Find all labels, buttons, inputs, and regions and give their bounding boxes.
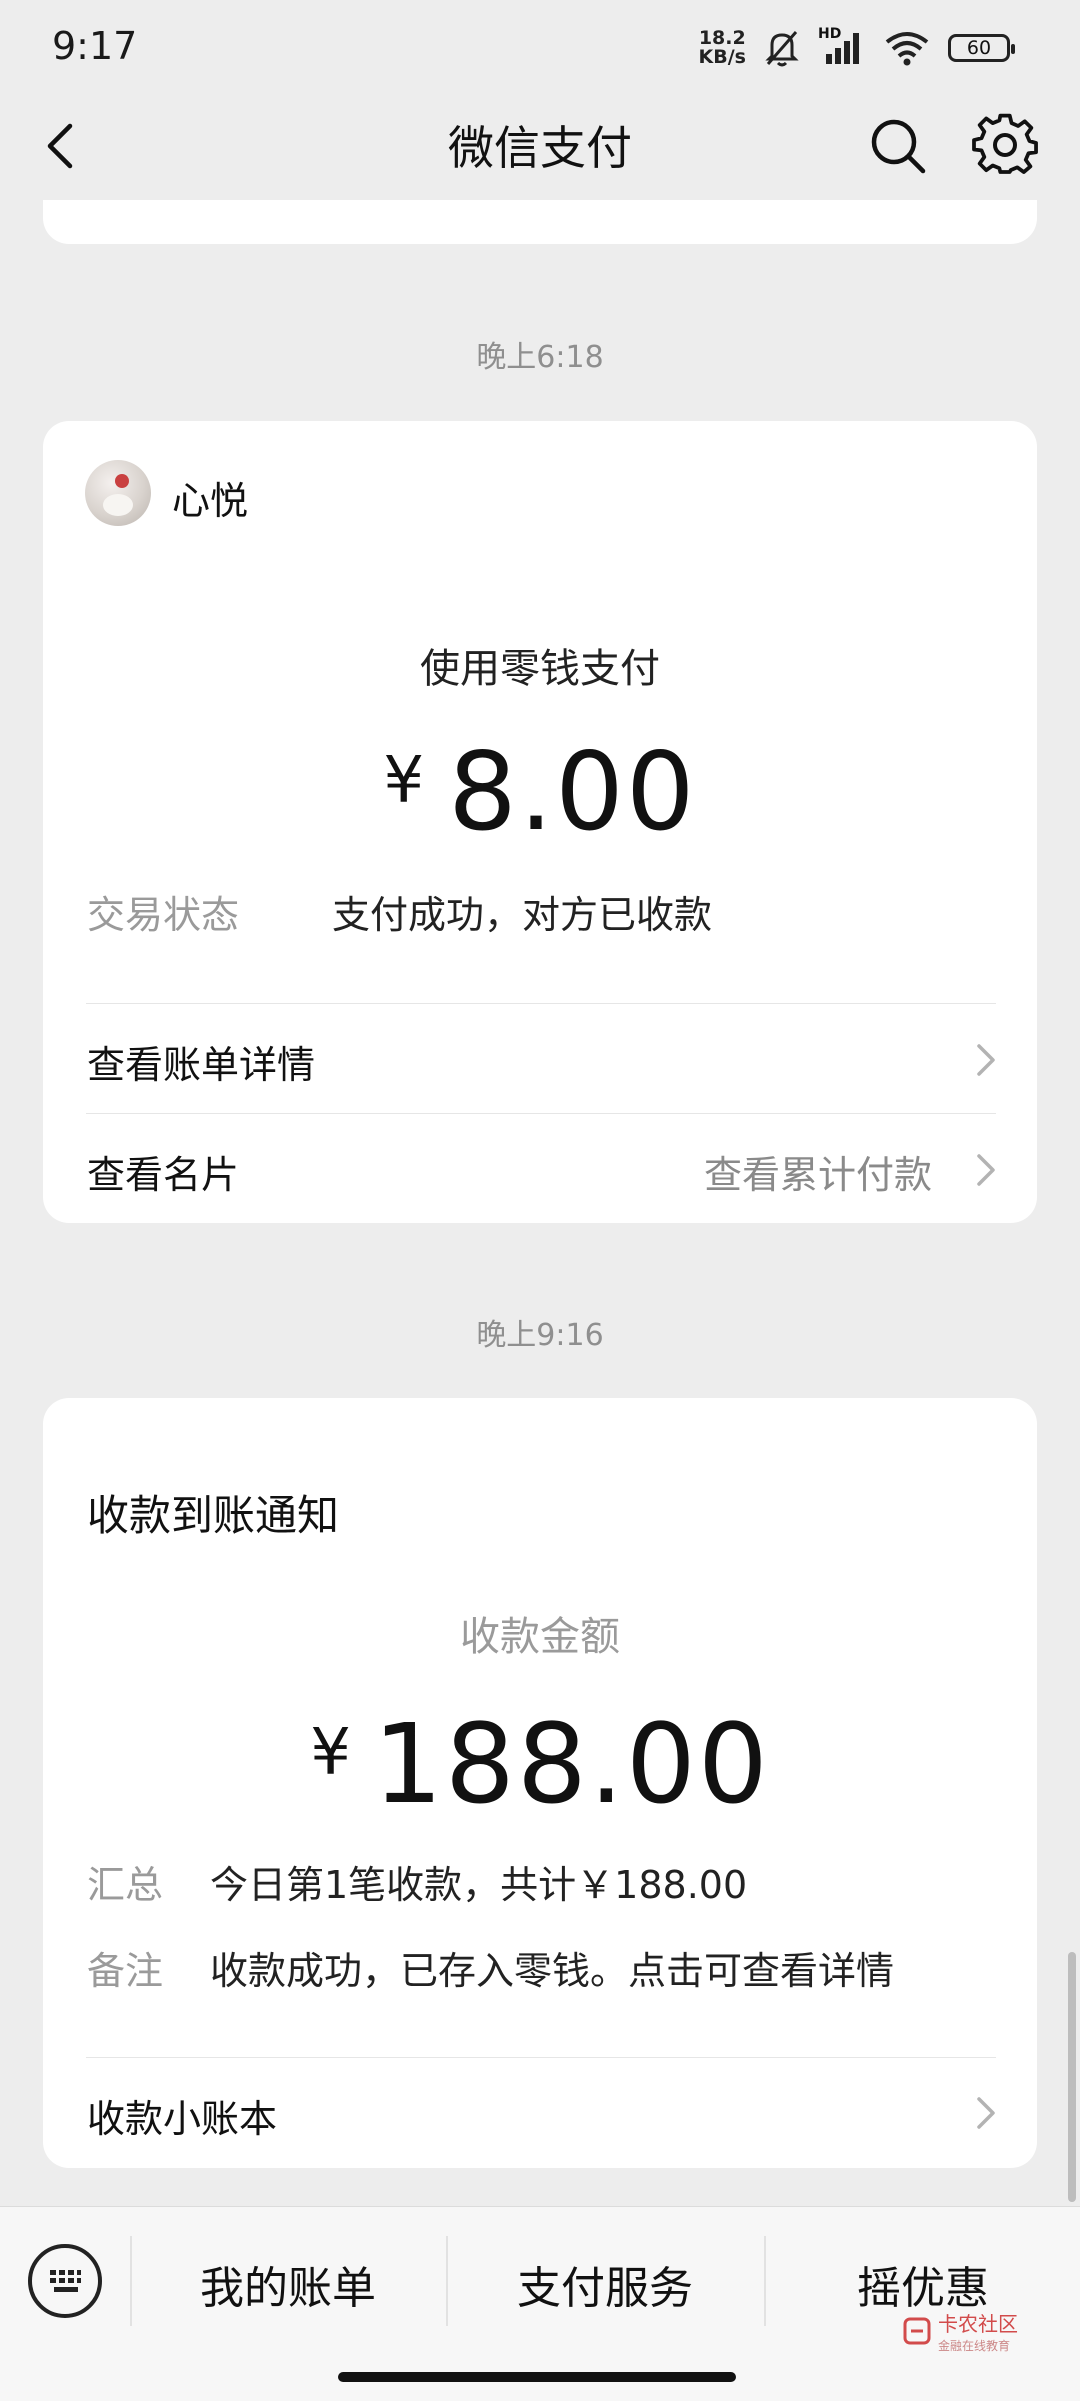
scrollbar[interactable] — [1068, 1952, 1076, 2202]
watermark-name: 卡农社区 — [938, 2312, 1018, 2336]
amount-label: 收款金额 — [460, 1614, 620, 1660]
received-amount: ¥188.00 — [43, 1700, 1037, 1828]
tab-my-bills[interactable]: 我的账单 — [132, 2252, 444, 2316]
notice-title: 收款到账通知 — [87, 1491, 340, 1540]
status-label: 交易状态 — [87, 893, 240, 937]
amount-value: 188.00 — [372, 1700, 770, 1828]
battery-icon: 60 — [948, 34, 1015, 62]
divider — [86, 1003, 996, 1004]
keyboard-toggle-button[interactable] — [28, 2244, 102, 2318]
status-time: 9:17 — [52, 24, 138, 68]
currency-symbol: ¥ — [383, 744, 427, 818]
chevron-right-icon — [977, 1044, 995, 1076]
cell-signal-icon: HD — [818, 26, 866, 66]
summary-label: 汇总 — [87, 1863, 164, 1907]
view-bill-link[interactable]: 查看账单详情 — [87, 1034, 315, 1089]
chevron-right-icon — [977, 2097, 995, 2129]
watermark-logo-icon — [903, 2317, 931, 2345]
avatar — [85, 460, 151, 526]
payment-amount: ¥8.00 — [43, 730, 1037, 855]
receipt-ledger-link[interactable]: 收款小账本 — [87, 2088, 277, 2143]
divider — [86, 1113, 996, 1114]
watermark-sub: 金融在线教育 — [938, 2339, 1011, 2353]
keyboard-icon — [50, 2270, 81, 2292]
view-card-link[interactable]: 查看名片 — [87, 1144, 239, 1199]
watermark: 卡农社区 金融在线教育 — [902, 2308, 1018, 2354]
view-total-payments-link[interactable]: 查看累计付款 — [704, 1144, 932, 1199]
previous-message-card — [43, 200, 1037, 244]
divider — [86, 2057, 996, 2058]
message-time: 晚上9:16 — [476, 1318, 604, 1353]
currency-symbol: ¥ — [310, 1716, 353, 1790]
remark-value: 收款成功，已存入零钱。点击可查看详情 — [210, 1949, 895, 1993]
tab-shake-deals[interactable]: 摇优惠 — [766, 2252, 1080, 2316]
pay-method: 使用零钱支付 — [420, 646, 660, 692]
net-speed-unit: KB/s — [698, 46, 746, 68]
battery-level: 60 — [966, 37, 992, 59]
summary-value: 今日第1笔收款，共计￥188.00 — [210, 1863, 748, 1907]
gear-icon[interactable] — [972, 112, 1038, 178]
search-icon[interactable] — [868, 116, 928, 176]
tab-pay-services[interactable]: 支付服务 — [448, 2252, 762, 2316]
net-speed: 18.2 KB/s — [699, 29, 746, 67]
status-icons: 18.2 KB/s HD 60 — [699, 26, 1015, 68]
merchant-name: 心悦 — [172, 479, 249, 523]
status-value: 支付成功，对方已收款 — [332, 893, 713, 937]
chevron-right-icon — [977, 1154, 995, 1186]
mute-bell-icon — [765, 31, 799, 67]
remark-label: 备注 — [87, 1949, 164, 1993]
message-time: 晚上6:18 — [476, 340, 604, 375]
wifi-icon — [885, 32, 929, 66]
amount-value: 8.00 — [448, 730, 697, 855]
home-indicator[interactable] — [338, 2372, 736, 2382]
